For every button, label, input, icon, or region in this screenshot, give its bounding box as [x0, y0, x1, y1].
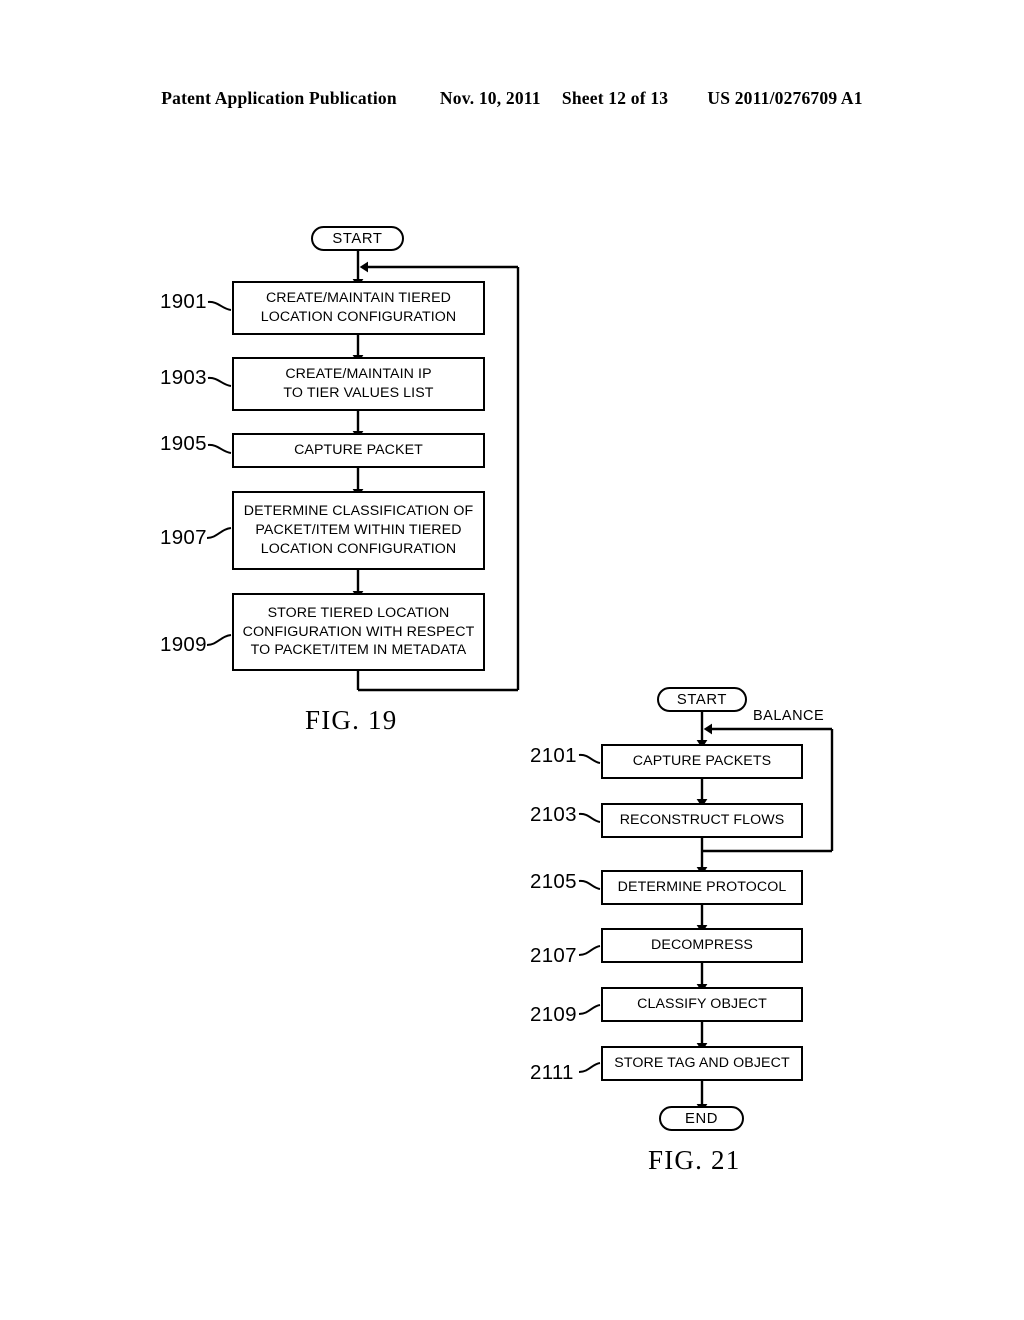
- ref-2101: 2101: [530, 744, 577, 767]
- fig21-step-2105: DETERMINE PROTOCOL: [601, 870, 803, 905]
- fig21-start-terminal: START: [657, 687, 747, 712]
- ref-2111: 2111: [530, 1061, 574, 1084]
- ref-1901: 1901: [160, 290, 207, 313]
- ref-2105: 2105: [530, 870, 577, 893]
- fig19-step-1905: CAPTURE PACKET: [232, 433, 485, 468]
- ref-2103: 2103: [530, 803, 577, 826]
- fig19-step-1903: CREATE/MAINTAIN IP TO TIER VALUES LIST: [232, 357, 485, 411]
- fig21-step-2107: DECOMPRESS: [601, 928, 803, 963]
- fig21-end-label: END: [684, 1110, 719, 1127]
- ref-1903: 1903: [160, 366, 207, 389]
- fig21-start-label: START: [676, 691, 728, 708]
- page-header: Patent Application Publication Nov. 10, …: [0, 88, 1024, 109]
- fig21-caption: FIG. 21: [648, 1145, 741, 1175]
- fig21-step-2109: CLASSIFY OBJECT: [601, 987, 803, 1022]
- flowchart-connectors: [206, 250, 834, 1113]
- fig21-step-2101: CAPTURE PACKETS: [601, 744, 803, 779]
- fig19-step-1901: CREATE/MAINTAIN TIERED LOCATION CONFIGUR…: [232, 281, 485, 335]
- ref-1907: 1907: [160, 526, 207, 549]
- fig19-step-1909: STORE TIERED LOCATION CONFIGURATION WITH…: [232, 593, 485, 671]
- fig19-start-label: START: [332, 230, 383, 247]
- header-publication: Patent Application Publication: [161, 88, 397, 108]
- ref-1905: 1905: [160, 432, 207, 455]
- header-date: Nov. 10, 2011: [439, 88, 541, 108]
- header-sheet: Sheet 12 of 13: [561, 88, 669, 108]
- fig19-start-terminal: START: [311, 226, 404, 251]
- ref-2107: 2107: [530, 944, 577, 967]
- fig21-step-2111: STORE TAG AND OBJECT: [601, 1046, 803, 1081]
- fig19-caption: FIG. 19: [305, 705, 398, 735]
- fig19-step-1907: DETERMINE CLASSIFICATION OF PACKET/ITEM …: [232, 491, 485, 570]
- fig21-end-terminal: END: [659, 1106, 744, 1131]
- fig21-balance-label: BALANCE: [753, 708, 825, 724]
- fig21-step-2103: RECONSTRUCT FLOWS: [601, 803, 803, 838]
- ref-2109: 2109: [530, 1003, 577, 1026]
- header-docnumber: US 2011/0276709 A1: [707, 88, 863, 108]
- ref-1909: 1909: [160, 633, 207, 656]
